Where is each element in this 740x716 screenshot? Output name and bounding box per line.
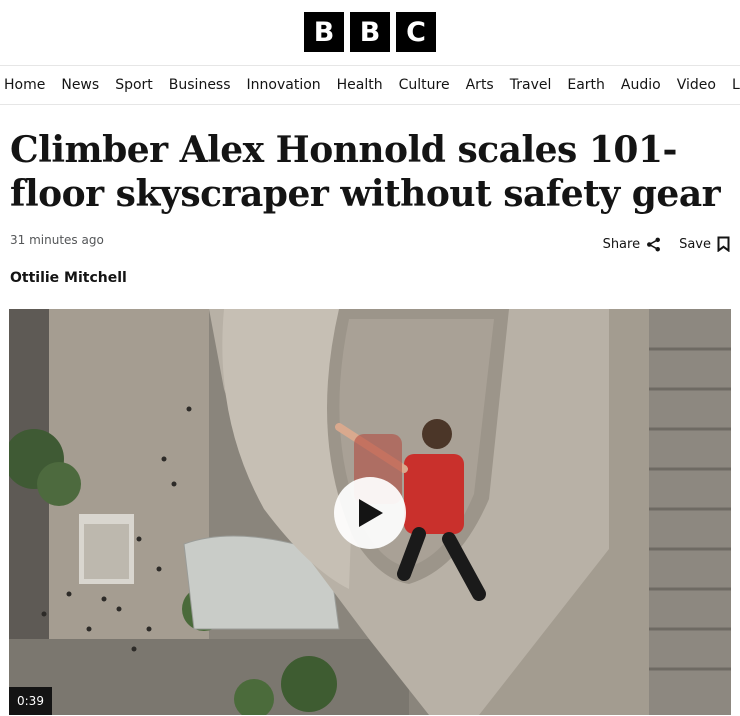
article-timestamp: 31 minutes ago [10,233,104,247]
nav-item-earth[interactable]: Earth [567,77,605,93]
bbc-logo[interactable]: B B C [304,12,436,52]
share-icon [647,237,661,251]
nav-item-travel[interactable]: Travel [510,77,552,93]
bookmark-icon [717,236,730,252]
logo-letter: B [304,12,344,52]
article-headline: Climber Alex Honnold scales 101-floor sk… [10,129,721,215]
nav-item-health[interactable]: Health [337,77,383,93]
nav-item-business[interactable]: Business [169,77,231,93]
nav-item-arts[interactable]: Arts [466,77,494,93]
share-label: Share [602,236,641,252]
logo-letter: B [350,12,390,52]
nav-item-audio[interactable]: Audio [621,77,661,93]
save-label: Save [679,236,711,252]
play-icon [359,499,383,527]
video-player[interactable]: 0:39 [9,309,731,715]
masthead: B B C [0,0,740,64]
nav-item-culture[interactable]: Culture [399,77,450,93]
nav-item-news[interactable]: News [61,77,99,93]
main-nav: Home News Sport Business Innovation Heal… [0,65,740,105]
share-button[interactable]: Share [603,237,662,252]
nav-item-live[interactable]: Live [732,77,740,93]
logo-letter: C [396,12,436,52]
nav-item-sport[interactable]: Sport [115,77,153,93]
article-author: Ottilie Mitchell [10,270,127,286]
video-duration: 0:39 [9,687,52,715]
nav-item-home[interactable]: Home [4,77,45,93]
save-button[interactable]: Save [679,236,730,252]
article-actions: Share Save [603,236,730,252]
nav-item-innovation[interactable]: Innovation [247,77,321,93]
nav-item-video[interactable]: Video [677,77,716,93]
play-button[interactable] [334,477,406,549]
